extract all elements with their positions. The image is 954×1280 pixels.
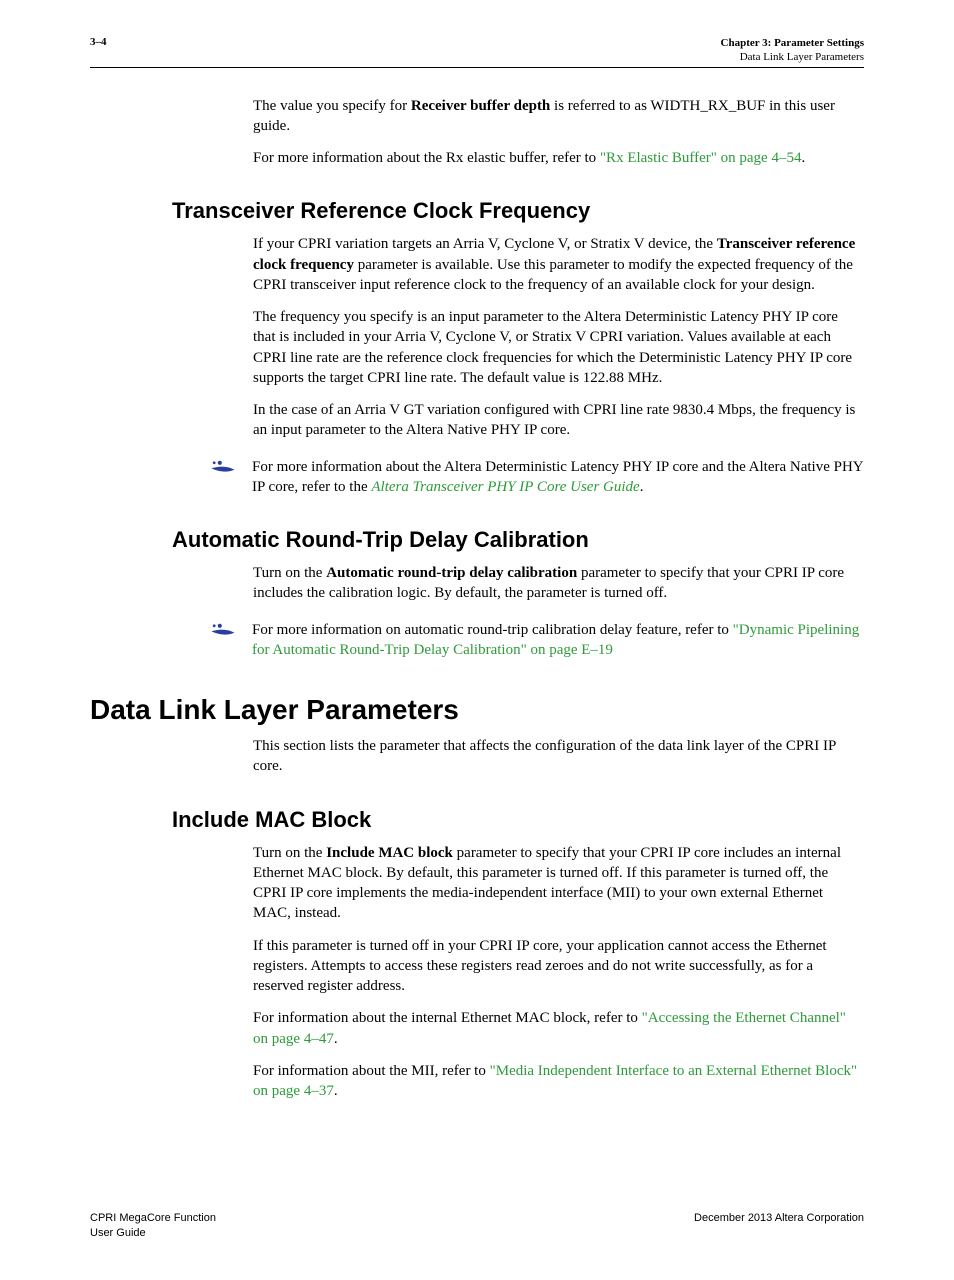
body-paragraph: The value you specify for Receiver buffe…	[253, 96, 864, 137]
footer-doc-title: CPRI MegaCore Function	[90, 1211, 216, 1225]
heading-transceiver-ref-clock: Transceiver Reference Clock Frequency	[172, 198, 864, 224]
header-section: Data Link Layer Parameters	[721, 50, 864, 64]
note-text: For more information on automatic round-…	[252, 620, 864, 661]
body-paragraph: Turn on the Include MAC block parameter …	[253, 843, 864, 924]
note-text: For more information about the Altera De…	[252, 457, 864, 498]
info-icon	[210, 460, 238, 474]
page-header: 3–4 Chapter 3: Parameter Settings Data L…	[90, 36, 864, 68]
page-footer: CPRI MegaCore Function User Guide Decemb…	[90, 1211, 864, 1240]
body-paragraph: In the case of an Arria V GT variation c…	[253, 400, 864, 441]
body-paragraph: For information about the MII, refer to …	[253, 1061, 864, 1102]
heading-auto-round-trip: Automatic Round-Trip Delay Calibration	[172, 527, 864, 553]
cross-ref-link[interactable]: "Rx Elastic Buffer" on page 4–54	[600, 150, 802, 166]
body-paragraph: Turn on the Automatic round-trip delay c…	[253, 563, 864, 604]
body-paragraph: If this parameter is turned off in your …	[253, 936, 864, 997]
body-paragraph: This section lists the parameter that af…	[253, 736, 864, 777]
header-chapter: Chapter 3: Parameter Settings	[721, 36, 864, 50]
body-paragraph: For information about the internal Ether…	[253, 1008, 864, 1049]
external-doc-link[interactable]: Altera Transceiver PHY IP Core User Guid…	[371, 479, 639, 495]
body-paragraph: The frequency you specify is an input pa…	[253, 307, 864, 388]
page-number: 3–4	[90, 36, 107, 48]
info-icon	[210, 623, 238, 637]
heading-data-link-layer: Data Link Layer Parameters	[90, 694, 864, 726]
heading-include-mac: Include MAC Block	[172, 807, 864, 833]
footer-doc-subtitle: User Guide	[90, 1226, 216, 1240]
footer-date-company: December 2013 Altera Corporation	[694, 1211, 864, 1240]
body-paragraph: If your CPRI variation targets an Arria …	[253, 234, 864, 295]
note-block: For more information about the Altera De…	[90, 457, 864, 498]
body-paragraph: For more information about the Rx elasti…	[253, 148, 864, 168]
note-block: For more information on automatic round-…	[90, 620, 864, 661]
